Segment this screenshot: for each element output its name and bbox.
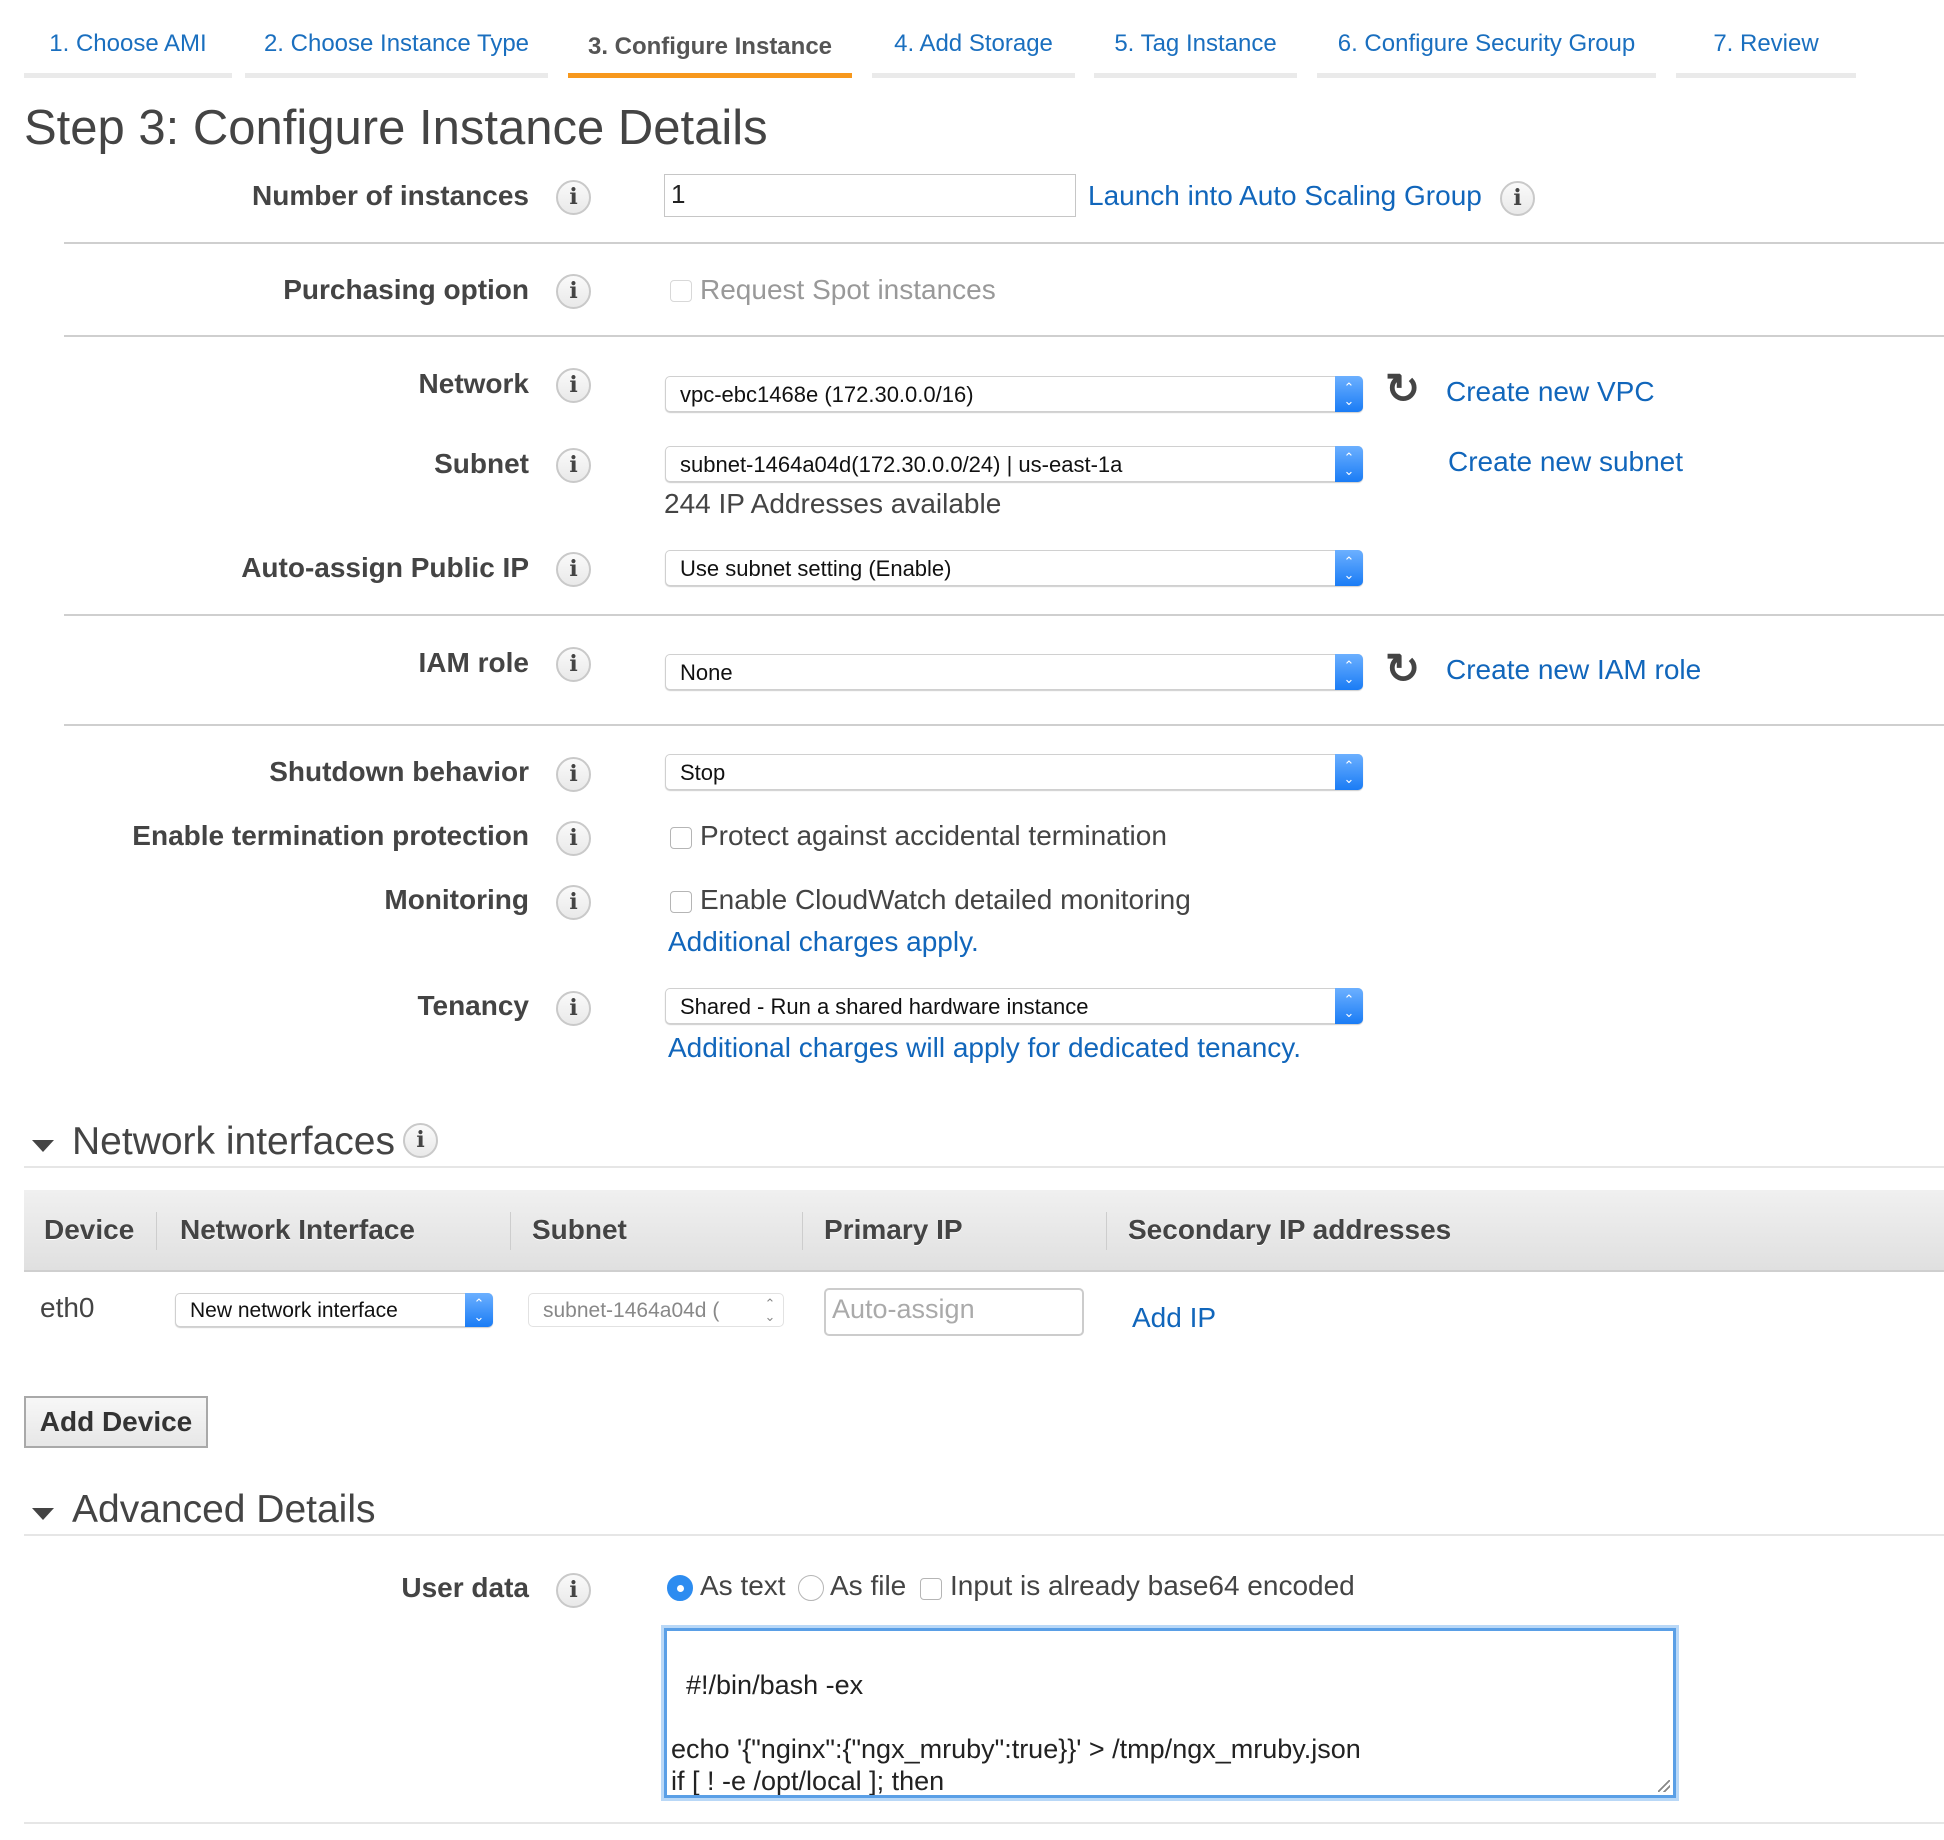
collapse-caret-icon[interactable] [32, 1508, 54, 1520]
label-termination-protection: Enable termination protection [132, 820, 529, 851]
tab-choose-ami[interactable]: 1. Choose AMI [24, 0, 232, 78]
network-interfaces-title[interactable]: Network interfaces [72, 1120, 395, 1164]
info-icon[interactable]: i [556, 1573, 591, 1608]
auto-assign-public-ip-select[interactable]: Use subnet setting (Enable) ⌃ ⌄ [665, 550, 1363, 586]
info-icon[interactable]: i [1500, 181, 1535, 216]
subnet-select[interactable]: subnet-1464a04d(172.30.0.0/24) | us-east… [665, 446, 1363, 482]
termination-protection-checkbox[interactable] [670, 827, 692, 849]
label-user-data: User data [401, 1572, 529, 1603]
additional-charges-link[interactable]: Additional charges apply. [668, 926, 979, 958]
row-subnet-select[interactable]: subnet-1464a04d ( ⌃ ⌄ [528, 1293, 784, 1327]
divider [24, 1534, 1944, 1536]
as-text-radio[interactable] [667, 1575, 693, 1601]
divider [64, 242, 1944, 244]
info-icon[interactable]: i [556, 885, 591, 920]
number-of-instances-input[interactable]: 1 [664, 174, 1076, 217]
label-monitoring: Monitoring [384, 884, 529, 915]
device-name: eth0 [40, 1292, 95, 1323]
cloudwatch-monitoring-checkbox[interactable] [670, 891, 692, 913]
info-icon[interactable]: i [556, 448, 591, 483]
label-auto-assign-public-ip: Auto-assign Public IP [241, 552, 529, 583]
base64-label: Input is already base64 encoded [950, 1570, 1355, 1601]
info-icon[interactable]: i [556, 647, 591, 682]
label-shutdown-behavior: Shutdown behavior [269, 756, 529, 787]
label-subnet: Subnet [434, 448, 529, 479]
termination-protection-label: Protect against accidental termination [700, 820, 1167, 851]
label-iam-role: IAM role [418, 647, 529, 678]
info-icon[interactable]: i [556, 552, 591, 587]
tab-configure-security-group[interactable]: 6. Configure Security Group [1317, 0, 1656, 78]
divider [24, 1166, 1944, 1168]
as-file-label: As file [830, 1570, 907, 1601]
info-icon[interactable]: i [556, 274, 591, 309]
create-new-iam-role-link[interactable]: Create new IAM role [1446, 654, 1701, 686]
column-header-primary-ip: Primary IP [824, 1214, 963, 1245]
info-icon[interactable]: i [556, 991, 591, 1026]
page-title: Step 3: Configure Instance Details [24, 101, 768, 155]
refresh-icon[interactable]: ↻ [1385, 368, 1420, 410]
info-icon[interactable]: i [556, 368, 591, 403]
network-select[interactable]: vpc-ebc1468e (172.30.0.0/16) ⌃ ⌄ [665, 376, 1363, 412]
tab-choose-instance-type[interactable]: 2. Choose Instance Type [245, 0, 548, 78]
divider [64, 724, 1944, 726]
select-arrows-icon: ⌃ ⌄ [1335, 654, 1363, 690]
label-network: Network [418, 368, 529, 399]
refresh-icon[interactable]: ↻ [1385, 648, 1420, 690]
tab-review[interactable]: 7. Review [1676, 0, 1856, 78]
column-header-subnet: Subnet [532, 1214, 627, 1245]
divider [64, 614, 1944, 616]
add-ip-link[interactable]: Add IP [1132, 1302, 1216, 1334]
divider [24, 1822, 1944, 1824]
select-arrows-icon: ⌃ ⌄ [1335, 376, 1363, 412]
info-icon[interactable]: i [403, 1123, 438, 1158]
request-spot-label: Request Spot instances [700, 274, 996, 305]
column-header-device: Device [44, 1214, 135, 1245]
network-interfaces-table-header: Device Network Interface Subnet Primary … [24, 1190, 1944, 1272]
create-new-vpc-link[interactable]: Create new VPC [1446, 376, 1655, 408]
divider [64, 335, 1944, 337]
select-arrows-icon: ⌃ ⌄ [1335, 446, 1363, 482]
ip-addresses-available: 244 IP Addresses available [664, 488, 1002, 519]
primary-ip-input[interactable]: Auto-assign [824, 1288, 1084, 1336]
select-arrows-icon: ⌃ ⌄ [1335, 988, 1363, 1024]
shutdown-behavior-select[interactable]: Stop ⌃ ⌄ [665, 754, 1363, 790]
label-purchasing-option: Purchasing option [283, 274, 529, 305]
info-icon[interactable]: i [556, 180, 591, 215]
column-header-network-interface: Network Interface [180, 1214, 415, 1245]
as-text-label: As text [700, 1570, 786, 1601]
tab-add-storage[interactable]: 4. Add Storage [872, 0, 1075, 78]
tab-tag-instance[interactable]: 5. Tag Instance [1094, 0, 1297, 78]
launch-auto-scaling-link[interactable]: Launch into Auto Scaling Group [1088, 180, 1482, 212]
dedicated-tenancy-charges-link[interactable]: Additional charges will apply for dedica… [668, 1032, 1301, 1064]
info-icon[interactable]: i [556, 821, 591, 856]
network-interface-select[interactable]: New network interface ⌃ ⌄ [175, 1293, 493, 1327]
column-header-secondary-ip: Secondary IP addresses [1128, 1214, 1452, 1245]
tab-configure-instance[interactable]: 3. Configure Instance [568, 0, 852, 78]
select-arrows-icon: ⌃ ⌄ [465, 1293, 493, 1327]
select-arrows-icon: ⌃ ⌄ [1335, 550, 1363, 586]
user-data-textarea[interactable]: #!/bin/bash -ex echo '{"nginx":{"ngx_mru… [664, 1628, 1676, 1798]
select-arrows-icon: ⌃ ⌄ [764, 1296, 776, 1324]
tenancy-select[interactable]: Shared - Run a shared hardware instance … [665, 988, 1363, 1024]
label-number-of-instances: Number of instances [252, 180, 529, 211]
base64-checkbox[interactable] [920, 1578, 942, 1600]
select-arrows-icon: ⌃ ⌄ [1335, 754, 1363, 790]
iam-role-select[interactable]: None ⌃ ⌄ [665, 654, 1363, 690]
collapse-caret-icon[interactable] [32, 1140, 54, 1152]
resize-handle-icon[interactable] [1658, 1780, 1670, 1792]
cloudwatch-monitoring-label: Enable CloudWatch detailed monitoring [700, 884, 1191, 915]
as-file-radio[interactable] [798, 1575, 824, 1601]
info-icon[interactable]: i [556, 757, 591, 792]
create-new-subnet-link[interactable]: Create new subnet [1448, 446, 1683, 478]
label-tenancy: Tenancy [417, 990, 529, 1021]
add-device-button[interactable]: Add Device [24, 1396, 208, 1448]
request-spot-checkbox[interactable] [670, 280, 692, 302]
advanced-details-title[interactable]: Advanced Details [72, 1488, 376, 1532]
